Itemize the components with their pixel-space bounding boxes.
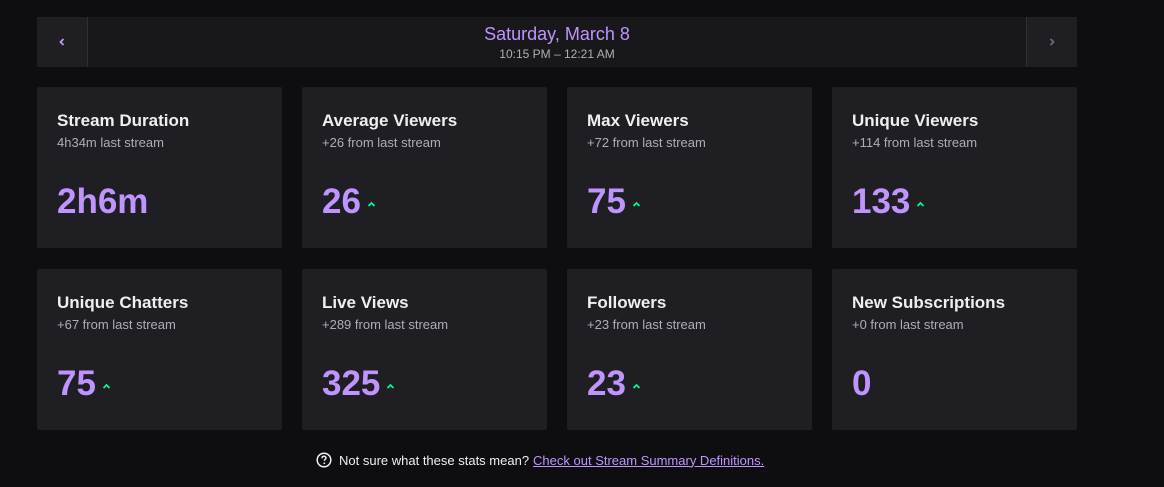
stat-comparison: +0 from last stream	[852, 317, 964, 332]
help-text: Not sure what these stats mean?	[339, 452, 530, 468]
stat-card-unique-viewers: Unique Viewers +114 from last stream 133	[832, 87, 1077, 248]
stat-value: 26	[322, 182, 361, 221]
stat-value-row: 133	[852, 181, 925, 223]
stat-card-live-views: Live Views +289 from last stream 325	[302, 269, 547, 430]
chevron-right-icon	[1049, 38, 1055, 46]
caret-up-icon	[632, 201, 641, 207]
stat-card-unique-chatters: Unique Chatters +67 from last stream 75	[37, 269, 282, 430]
definitions-link[interactable]: Check out Stream Summary Definitions.	[533, 453, 764, 468]
stat-title: Average Viewers	[322, 111, 458, 130]
stat-comparison: 4h34m last stream	[57, 135, 164, 150]
stat-card-followers: Followers +23 from last stream 23	[567, 269, 812, 430]
stat-value: 75	[587, 182, 626, 221]
stat-card-average-viewers: Average Viewers +26 from last stream 26	[302, 87, 547, 248]
stat-title: New Subscriptions	[852, 293, 1006, 312]
stats-grid: Stream Duration 4h34m last stream 2h6m A…	[37, 87, 1077, 430]
stat-value: 0	[852, 364, 872, 403]
stat-value: 325	[322, 364, 381, 403]
stat-value: 23	[587, 364, 626, 403]
stat-value: 75	[57, 364, 96, 403]
stat-title: Stream Duration	[57, 111, 190, 130]
stat-value: 2h6m	[57, 182, 149, 221]
stream-time-range: 10:15 PM – 12:21 AM	[499, 46, 615, 61]
caret-up-icon	[917, 201, 925, 207]
previous-stream-button[interactable]	[37, 17, 88, 67]
caret-up-icon	[387, 383, 395, 389]
caret-up-icon	[102, 383, 111, 389]
stat-title: Unique Viewers	[852, 111, 979, 130]
date-navigator: Saturday, March 8 10:15 PM – 12:21 AM	[37, 17, 1077, 67]
question-circle-icon	[316, 452, 332, 468]
stat-card-new-subscriptions: New Subscriptions +0 from last stream 0	[832, 269, 1077, 430]
stat-title: Unique Chatters	[57, 293, 189, 312]
stat-comparison: +289 from last stream	[322, 317, 449, 332]
stream-date: Saturday, March 8	[484, 23, 630, 44]
stat-value: 133	[852, 182, 911, 221]
stat-comparison: +23 from last stream	[587, 317, 706, 332]
stat-comparison: +72 from last stream	[587, 135, 706, 150]
stat-value-row: 75	[587, 181, 641, 223]
next-stream-button[interactable]	[1026, 17, 1077, 67]
stat-title: Followers	[587, 293, 667, 312]
stat-value-row: 325	[322, 363, 395, 405]
stat-value-row: 26	[322, 181, 376, 223]
stat-value-row: 2h6m	[57, 181, 148, 223]
stream-summary: Saturday, March 8 10:15 PM – 12:21 AM St…	[37, 17, 1077, 430]
chevron-left-icon	[59, 38, 65, 46]
stat-card-max-viewers: Max Viewers +72 from last stream 75	[567, 87, 812, 248]
stat-comparison: +114 from last stream	[852, 135, 978, 150]
stat-value-row: 23	[587, 363, 641, 405]
stat-comparison: +26 from last stream	[322, 135, 441, 150]
stat-title: Live Views	[322, 293, 409, 312]
date-display: Saturday, March 8 10:15 PM – 12:21 AM	[88, 17, 1026, 67]
stat-title: Max Viewers	[587, 111, 689, 130]
stat-card-stream-duration: Stream Duration 4h34m last stream 2h6m	[37, 87, 282, 248]
caret-up-icon	[632, 383, 641, 389]
stat-value-row: 0	[852, 363, 871, 405]
help-footer: Not sure what these stats mean? Check ou…	[316, 452, 764, 468]
stat-comparison: +67 from last stream	[57, 317, 176, 332]
stat-value-row: 75	[57, 363, 111, 405]
caret-up-icon	[367, 201, 376, 207]
